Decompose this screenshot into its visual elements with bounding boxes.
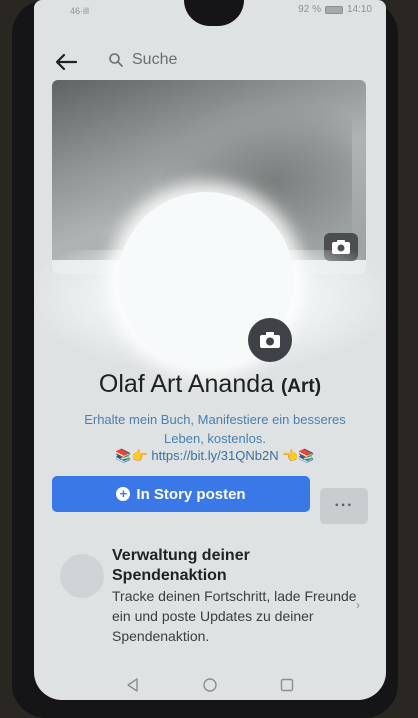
fundraiser-icon xyxy=(60,554,104,598)
fundraiser-title: Verwaltung deiner Spendenaktion xyxy=(112,547,250,584)
search-box[interactable]: Suche xyxy=(100,46,370,74)
signal-indicator: 46·ill xyxy=(70,6,90,16)
chevron-right-icon: › xyxy=(356,598,360,612)
search-input[interactable]: Suche xyxy=(132,51,177,69)
fundraiser-description: Tracke deinen Fortschritt, lade Freunde … xyxy=(112,588,357,644)
search-icon xyxy=(109,53,123,67)
more-options-button[interactable]: ··· xyxy=(320,488,368,524)
add-to-story-label: In Story posten xyxy=(136,485,246,503)
avatar-camera-button[interactable] xyxy=(248,318,292,362)
nav-home-icon[interactable] xyxy=(202,677,218,693)
clock: 14:10 xyxy=(346,4,372,15)
screen: 46·ill 92 % 14:10 Suche Olaf Art Ananda … xyxy=(34,0,386,700)
add-to-story-button[interactable]: + In Story posten xyxy=(52,476,310,512)
profile-name: Olaf Art Ananda (Art) xyxy=(34,370,386,399)
plus-icon: + xyxy=(116,487,131,501)
status-bar: 46·ill 92 % 14:10 xyxy=(34,0,386,24)
profile-bio: Erhalte mein Buch, Manifestiere ein bess… xyxy=(84,412,346,446)
top-bar: Suche xyxy=(34,40,386,80)
profile-bio-link[interactable]: 📚👉 https://bit.ly/31QNb2N 👈📚 xyxy=(74,448,356,464)
profile-name-text: Olaf Art Ananda xyxy=(98,370,275,398)
phone-frame: 46·ill 92 % 14:10 Suche Olaf Art Ananda … xyxy=(12,0,398,718)
system-nav-bar xyxy=(34,670,386,700)
profile-alternate-name: (Art) xyxy=(280,376,322,397)
battery-percent: 92 % xyxy=(298,4,321,15)
nav-back-icon[interactable] xyxy=(125,677,141,693)
camera-icon xyxy=(260,332,280,348)
fundraiser-card[interactable]: Verwaltung deiner Spendenaktion Tracke d… xyxy=(52,526,366,656)
back-arrow-icon[interactable] xyxy=(54,52,78,72)
battery-icon xyxy=(324,5,343,14)
nav-recents-icon[interactable] xyxy=(279,677,295,693)
status-right-group: 92 % 14:10 xyxy=(298,4,372,15)
